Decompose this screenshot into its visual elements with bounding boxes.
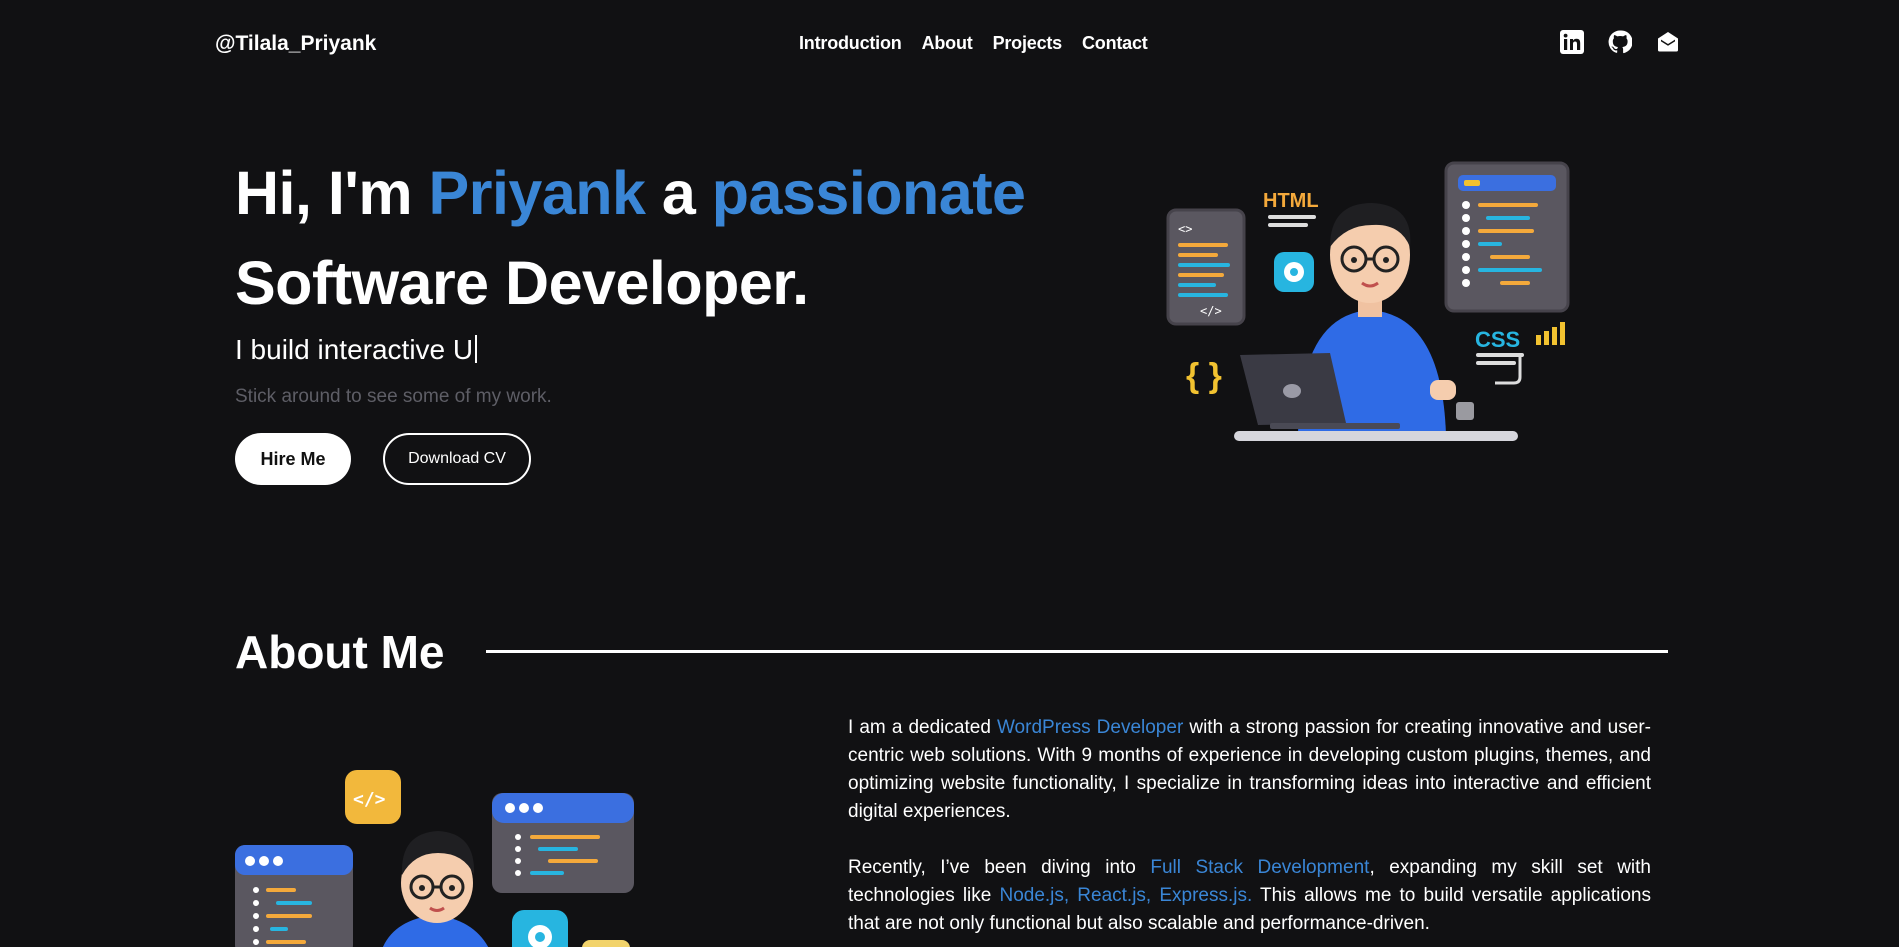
hero-name: Priyank [428, 159, 646, 227]
download-cv-button[interactable]: Download CV [383, 433, 531, 485]
wordpress-developer-link: WordPress Developer [996, 717, 1184, 738]
mail-icon[interactable] [1656, 30, 1680, 54]
about-paragraph-2: Recently, I’ve been diving into Full Sta… [848, 854, 1651, 938]
top-nav: @Tilala_Priyank Introduction About Proje… [0, 0, 1899, 90]
window-card-left [235, 845, 353, 947]
about-text: I am a dedicated WordPress Developer wit… [848, 714, 1651, 947]
nav-menu: Introduction About Projects Contact [799, 33, 1148, 54]
hero-accent-word: passionate [711, 159, 1026, 227]
code-badge-label: </> [353, 789, 386, 810]
code-open-label: <> [1178, 222, 1192, 236]
typing-text: I build interactive U [235, 334, 478, 366]
code-close-label: </> [1200, 304, 1222, 318]
github-icon[interactable] [1608, 30, 1633, 54]
hero-connector: a [645, 159, 712, 227]
about-p1-lead: I am a dedicated [848, 717, 997, 738]
about-paragraph-1: I am a dedicated WordPress Developer wit… [848, 714, 1651, 826]
html-label: HTML [1263, 190, 1319, 212]
typing-text-value: I build interactive U [235, 334, 474, 365]
about-title: About Me [235, 626, 445, 678]
gear-icon [512, 910, 568, 947]
hero-note: Stick around to see some of my work. [235, 386, 552, 407]
hire-me-button[interactable]: Hire Me [235, 433, 351, 485]
social-links [1560, 30, 1680, 54]
tech-stack-link: Node.js, React.js, Express.js. [999, 885, 1253, 906]
linkedin-icon[interactable] [1560, 30, 1584, 54]
developer-illustration: <> </> HTML { } CSS [1166, 161, 1570, 441]
css-label: CSS [1475, 327, 1520, 352]
nav-link-contact[interactable]: Contact [1082, 33, 1148, 54]
gear-icon [1274, 252, 1314, 292]
code-badge-icon: </> [345, 770, 401, 824]
typing-caret [475, 335, 478, 363]
hero-role: Software Developer. [235, 249, 809, 317]
brand-logo[interactable]: @Tilala_Priyank [215, 32, 376, 56]
about-divider [486, 650, 1668, 653]
about-illustration: </> [235, 770, 634, 947]
full-stack-link: Full Stack Development [1150, 857, 1370, 878]
hero-title: Hi, I'm Priyank a passionate Software De… [235, 148, 1026, 328]
nav-link-introduction[interactable]: Introduction [799, 33, 902, 54]
portfolio-page: @Tilala_Priyank Introduction About Proje… [0, 0, 1899, 947]
brackets-label: { } [1186, 357, 1222, 395]
developer-character [382, 831, 489, 947]
about-p2-lead: Recently, I’ve been diving into [848, 857, 1151, 878]
hero-greeting: Hi, I'm [235, 159, 429, 227]
nav-link-about[interactable]: About [922, 33, 973, 54]
nav-link-projects[interactable]: Projects [993, 33, 1063, 54]
code-card-left: <> </> [1166, 208, 1246, 326]
window-card-right [492, 793, 634, 893]
code-card-right [1444, 161, 1570, 313]
